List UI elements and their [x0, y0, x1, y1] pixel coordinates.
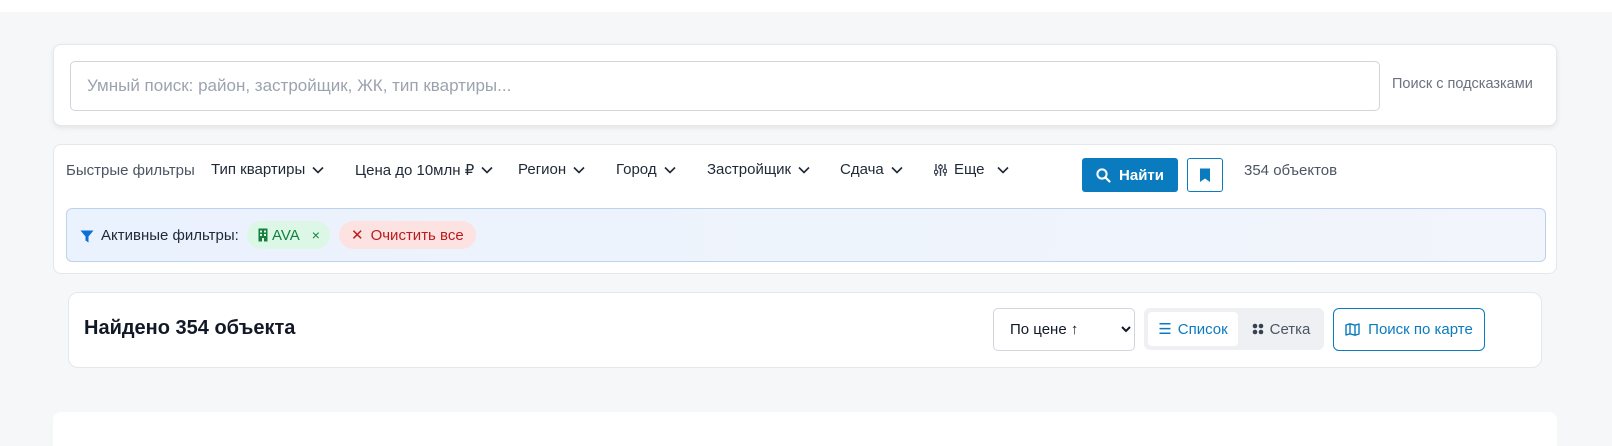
bookmark-button[interactable] [1187, 158, 1223, 192]
filter-developer[interactable]: Застройщик [707, 161, 810, 178]
quick-filters-card: Быстрые фильтры Тип квартиры Цена до 10м… [53, 144, 1557, 274]
chip-label: AVA [272, 226, 300, 244]
filter-region[interactable]: Регион [518, 161, 585, 178]
view-list-label: Список [1177, 320, 1228, 338]
chevron-down-icon [996, 166, 1009, 174]
filter-price[interactable]: Цена до 10млн ₽ [355, 161, 493, 179]
clear-all-button[interactable]: ✕ Очистить все [339, 221, 476, 249]
filter-icon [80, 230, 94, 243]
view-grid-label: Сетка [1269, 320, 1311, 338]
filter-more[interactable]: Еще [934, 161, 1009, 178]
view-toggle: ☰ Список Сетка [1144, 308, 1324, 350]
search-icon [1096, 167, 1111, 183]
chevron-down-icon [664, 166, 676, 174]
find-button[interactable]: Найти [1082, 158, 1178, 192]
smart-search-input[interactable] [70, 61, 1380, 111]
filter-label: Цена до 10млн ₽ [355, 162, 475, 179]
results-header: Найдено 354 объекта По цене ↑ ☰ Список С… [68, 292, 1542, 368]
clear-all-label: Очистить все [370, 226, 464, 244]
sliders-icon [934, 163, 947, 176]
chevron-down-icon [891, 166, 903, 174]
find-button-label: Найти [1119, 166, 1164, 184]
building-icon [258, 228, 268, 242]
quick-filters-label: Быстрые фильтры [66, 162, 195, 179]
grid-icon [1252, 323, 1263, 335]
results-list-card [53, 412, 1557, 446]
chevron-down-icon [312, 166, 324, 174]
chip-remove-button[interactable]: × [312, 227, 320, 243]
chevron-down-icon [798, 166, 810, 174]
map-icon [1345, 323, 1360, 336]
active-filters-bar: Активные фильтры: AVA × ✕ Очистить все [66, 208, 1546, 262]
objects-count: 354 объектов [1244, 162, 1338, 179]
active-filters-label: Активные фильтры: [101, 227, 239, 244]
sort-select[interactable]: По цене ↑ [993, 308, 1135, 351]
chevron-down-icon [481, 166, 493, 174]
search-card: Поиск с подсказками [53, 44, 1557, 126]
filter-label: Застройщик [707, 161, 792, 178]
view-list-button[interactable]: ☰ Список [1148, 312, 1238, 346]
filter-completion[interactable]: Сдача [840, 161, 903, 178]
search-hint: Поиск с подсказками [1392, 76, 1533, 92]
filter-city[interactable]: Город [616, 161, 676, 178]
filter-chip-ava: AVA × [247, 221, 330, 249]
map-search-label: Поиск по карте [1368, 321, 1473, 338]
close-icon: ✕ [351, 227, 364, 244]
bookmark-icon [1200, 168, 1210, 182]
filter-label: Тип квартиры [211, 161, 306, 178]
view-grid-button[interactable]: Сетка [1242, 312, 1320, 346]
list-icon: ☰ [1158, 321, 1172, 338]
filter-label: Сдача [840, 161, 884, 178]
chevron-down-icon [573, 166, 585, 174]
filter-apartment-type[interactable]: Тип квартиры [211, 161, 324, 178]
map-search-button[interactable]: Поиск по карте [1333, 308, 1485, 351]
filter-label: Регион [518, 161, 567, 178]
results-title: Найдено 354 объекта [84, 317, 296, 339]
top-strip [0, 0, 1612, 12]
filter-label: Еще [954, 161, 985, 178]
filter-label: Город [616, 161, 657, 178]
